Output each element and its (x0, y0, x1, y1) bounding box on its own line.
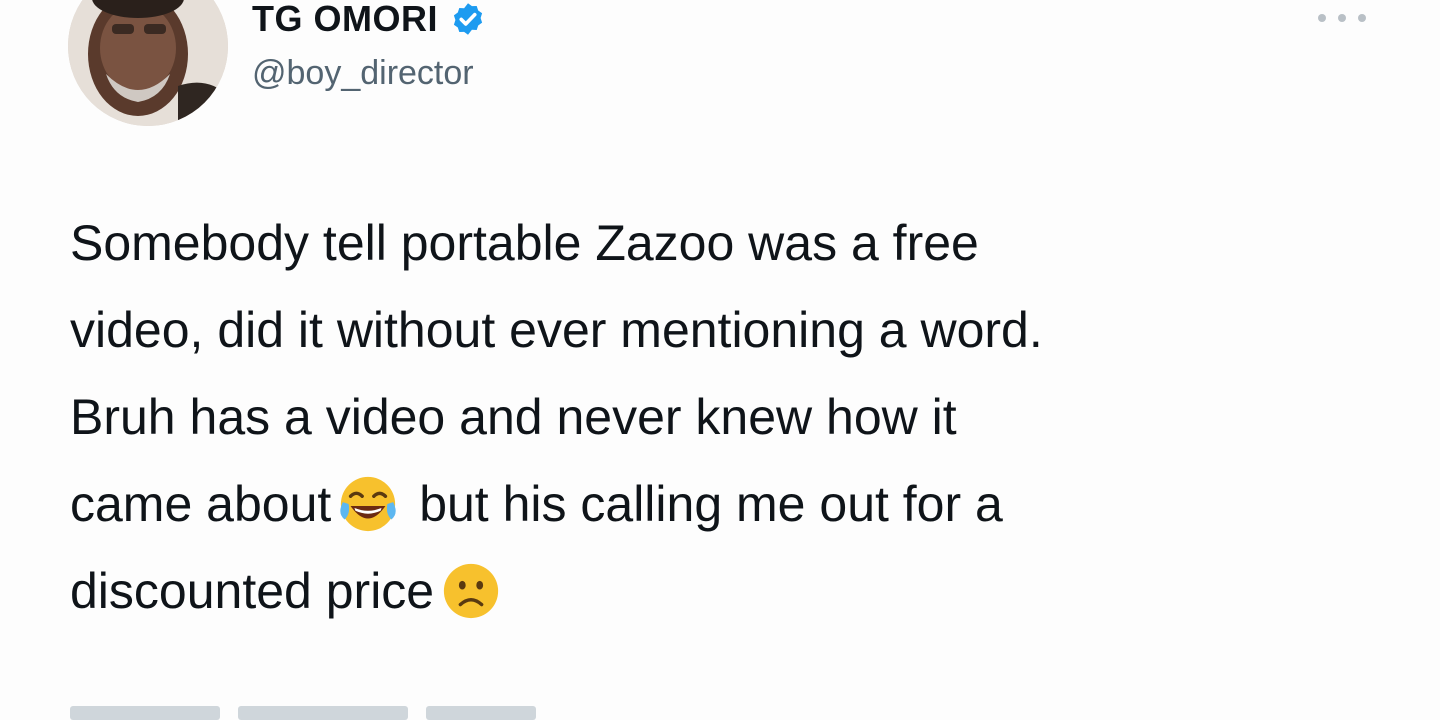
tweet-line: Bruh has a video and never knew how it (70, 389, 957, 445)
tweet-segment: but his calling me out for a (419, 476, 1003, 532)
author-name-row: TG OMORI (252, 0, 486, 44)
author-display-name[interactable]: TG OMORI (252, 0, 438, 40)
avatar[interactable] (68, 0, 228, 126)
face-with-tears-of-joy-icon (340, 476, 396, 532)
tweet-card: TG OMORI @boy_director Somebody tell por… (0, 0, 1440, 720)
tweet-segment: discounted price (70, 563, 435, 619)
timestamp-placeholder (70, 706, 220, 720)
more-dot (1318, 14, 1326, 22)
verified-badge-icon (453, 3, 483, 35)
more-dot (1338, 14, 1346, 22)
tweet-timestamp-row (70, 706, 650, 720)
tweet-text: Somebody tell portable Zazoo was a free … (70, 200, 1390, 635)
tweet-line: Somebody tell portable Zazoo was a free (70, 215, 979, 271)
author-handle[interactable]: @boy_director (252, 54, 474, 93)
tweet-segment: came about (70, 476, 332, 532)
more-options-icon[interactable] (1318, 8, 1366, 28)
timestamp-placeholder (426, 706, 536, 720)
frowning-face-icon (444, 563, 499, 619)
tweet-line: video, did it without ever mentioning a … (70, 302, 1043, 358)
tweet-line: discounted price (70, 548, 1390, 635)
avatar-image (68, 0, 228, 126)
more-dot (1358, 14, 1366, 22)
timestamp-placeholder (238, 706, 408, 720)
tweet-line: came about but his calling me out for a (70, 461, 1390, 548)
